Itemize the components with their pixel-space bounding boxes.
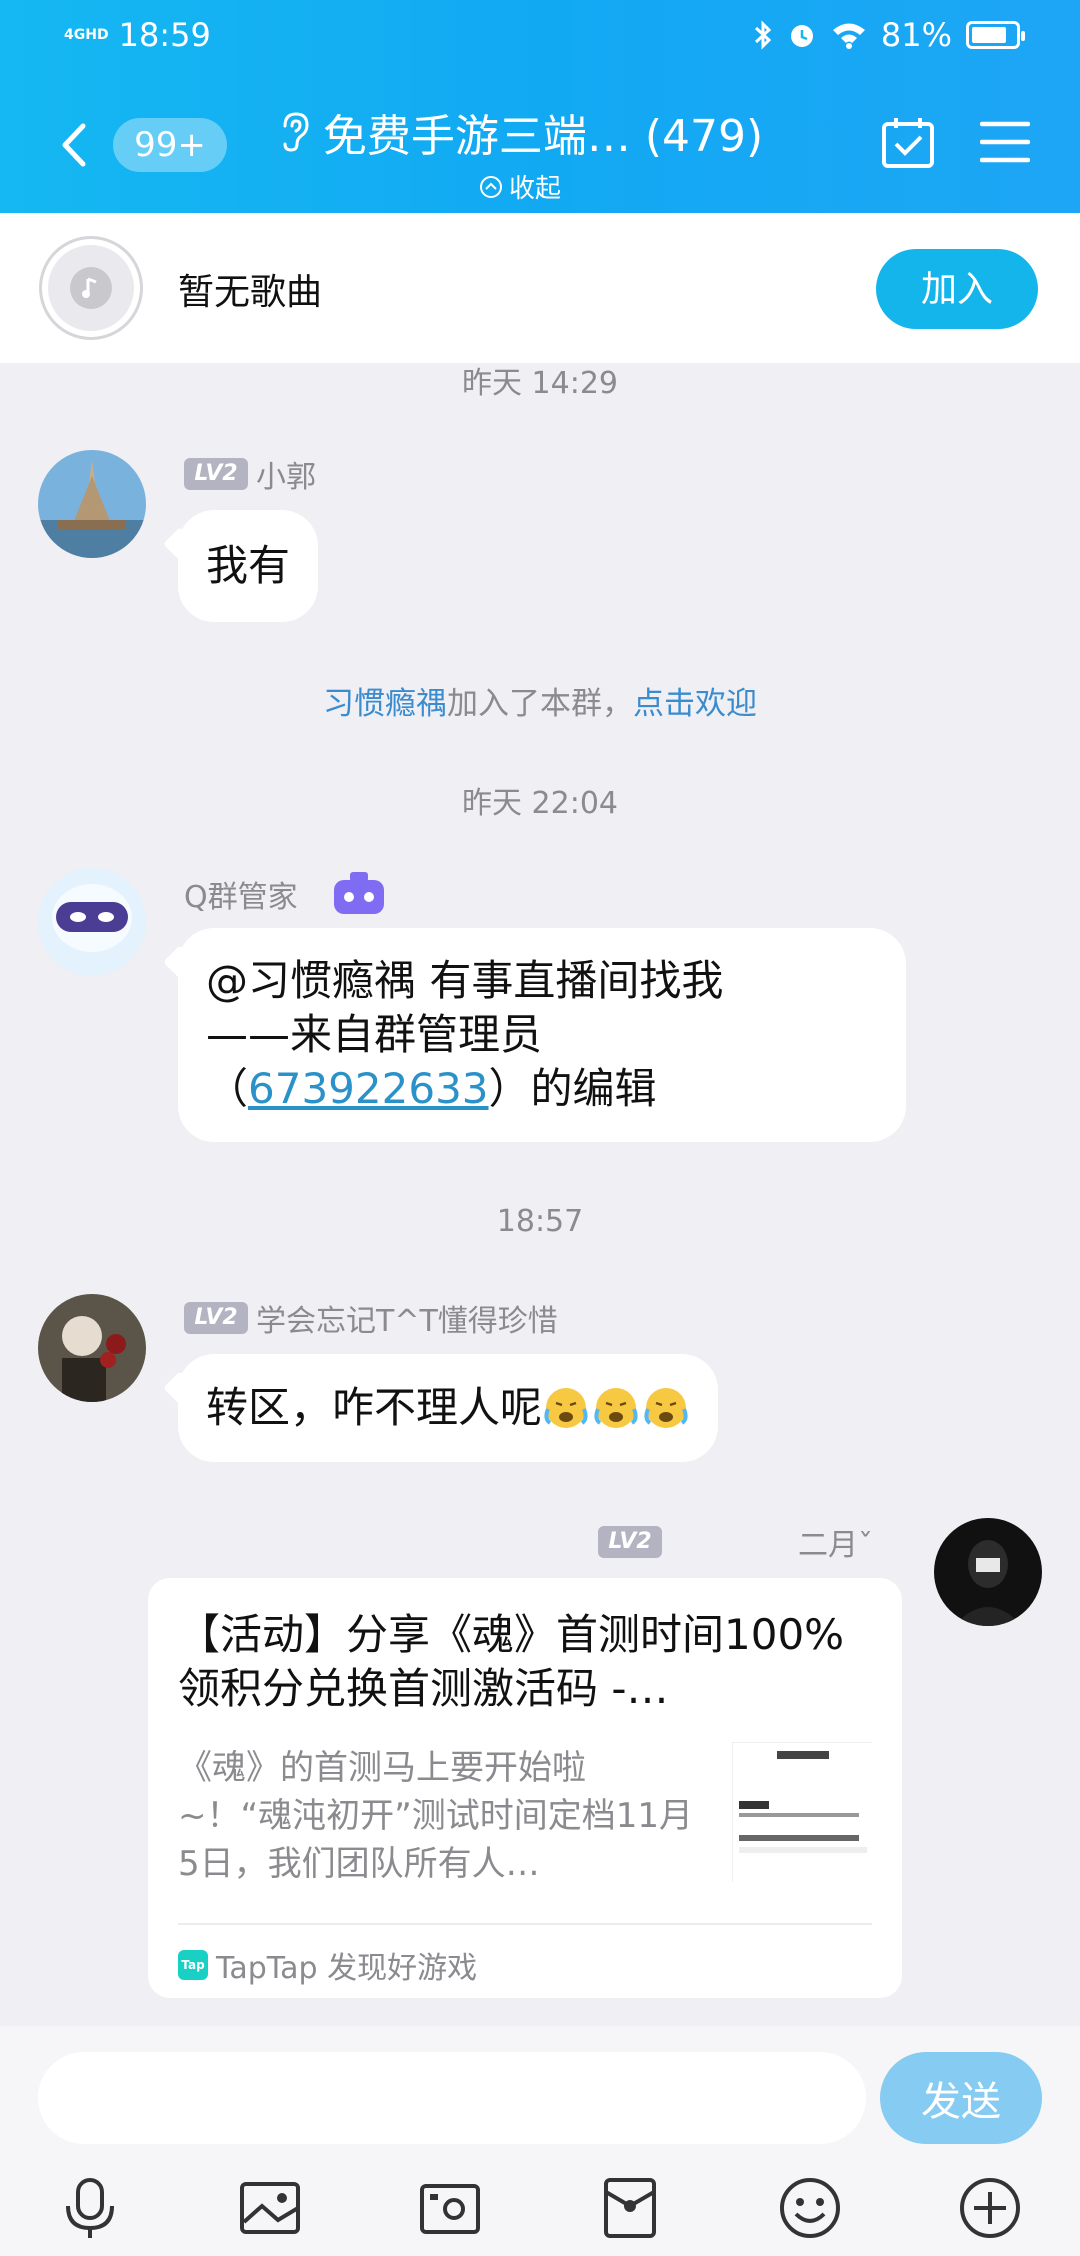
nav-bar: 99+ 免费手游三端… (479) 收起 xyxy=(0,100,1080,204)
camera-icon xyxy=(420,2184,480,2234)
sender-name[interactable]: 小郭 xyxy=(256,452,316,496)
new-member-name[interactable]: 习惯瘾禑 xyxy=(323,686,447,722)
calendar-check-icon[interactable] xyxy=(880,114,936,170)
collapse-toggle[interactable]: 收起 xyxy=(479,168,561,205)
image-button[interactable] xyxy=(230,2168,310,2248)
music-bar: 暂无歌曲 加入 xyxy=(0,213,1080,363)
image-icon xyxy=(240,2182,300,2234)
system-text: 加入了本群， xyxy=(447,686,633,722)
join-button[interactable]: 加入 xyxy=(876,249,1038,329)
alarm-icon xyxy=(790,25,813,47)
ear-icon xyxy=(283,112,309,152)
level-badge: LV2 xyxy=(184,1302,248,1334)
system-message: 习惯瘾禑加入了本群，点击欢迎 xyxy=(0,678,1080,723)
voice-button[interactable] xyxy=(50,2168,130,2248)
avatar[interactable] xyxy=(38,450,146,558)
group-title-area[interactable]: 免费手游三端… (479) 收起 xyxy=(260,100,780,205)
robot-badge-icon xyxy=(333,872,384,914)
card-source: Tap TapTap 发现好游戏 xyxy=(178,1923,872,1987)
battery-icon xyxy=(966,21,1025,49)
music-status-label: 暂无歌曲 xyxy=(178,272,323,313)
timestamp: 昨天 22:04 xyxy=(462,786,618,821)
sender-name[interactable]: Q群管家 xyxy=(184,872,298,916)
message-bubble[interactable]: 我有 xyxy=(178,510,319,622)
sender-name[interactable]: 学会忘记T^T懂得珍惜 xyxy=(256,1296,558,1340)
emoji-button[interactable] xyxy=(770,2168,850,2248)
card-title: 【活动】分享《魂》首测时间100%领积分兑换首测激活码 -… xyxy=(178,1610,845,1713)
message-bubble[interactable]: 转区，咋不理人呢 xyxy=(178,1354,719,1462)
unread-count-badge[interactable]: 99+ xyxy=(113,118,227,172)
plus-circle-icon xyxy=(960,2178,1020,2238)
toolbar xyxy=(0,2168,1080,2248)
level-badge: LV2 xyxy=(598,1526,662,1558)
crying-emoji-icon xyxy=(544,1388,688,1428)
menu-icon[interactable] xyxy=(980,120,1030,164)
admin-qq-link[interactable]: 673922633 xyxy=(248,1064,489,1113)
chat-header: 4GHD 18:59 81% 99+ 免费手游三端… (479) 收起 xyxy=(0,0,1080,213)
message-input[interactable] xyxy=(38,2052,866,2144)
card-source-label: TapTap 发现好游戏 xyxy=(216,1951,478,1986)
welcome-link[interactable]: 点击欢迎 xyxy=(633,686,757,722)
sender-name-row: Q群管家 xyxy=(184,870,388,918)
smiley-icon xyxy=(780,2178,840,2238)
network-indicator: 4GHD xyxy=(64,27,109,43)
red-packet-button[interactable] xyxy=(590,2168,670,2248)
timestamp: 昨天 14:29 xyxy=(462,366,618,401)
message-text: 我有 xyxy=(206,541,291,590)
sender-name-row: LV2 二月ˇ xyxy=(598,1520,873,1564)
message-text: 转区，咋不理人呢 xyxy=(206,1383,543,1432)
avatar[interactable] xyxy=(934,1518,1042,1626)
collapse-label: 收起 xyxy=(508,174,561,204)
wifi-icon xyxy=(832,23,865,49)
music-disc-icon[interactable] xyxy=(42,239,140,337)
avatar[interactable] xyxy=(38,868,146,976)
red-packet-icon xyxy=(604,2178,656,2238)
timestamp: 18:57 xyxy=(496,1204,584,1239)
sender-name-row: LV2 学会忘记T^T懂得珍惜 xyxy=(184,1296,558,1340)
sender-name-row: LV2 小郭 xyxy=(184,452,316,496)
status-bar: 4GHD 18:59 81% xyxy=(0,14,1080,64)
share-card[interactable]: 【活动】分享《魂》首测时间100%领积分兑换首测激活码 -… 《魂》的首测马上要… xyxy=(148,1578,902,1998)
avatar[interactable] xyxy=(38,1294,146,1402)
group-title: 免费手游三端… (479) xyxy=(322,111,764,162)
chevron-up-circle-icon xyxy=(479,175,502,198)
microphone-icon xyxy=(66,2178,114,2238)
send-button[interactable]: 发送 xyxy=(880,2052,1042,2144)
bluetooth-icon xyxy=(754,20,772,50)
message-line-3: （673922633）的编辑 xyxy=(206,1064,657,1113)
message-line: ——来自群管理员 xyxy=(206,1010,543,1059)
battery-percent: 81% xyxy=(880,16,952,54)
input-bar: 发送 xyxy=(0,2026,1080,2256)
level-badge: LV2 xyxy=(184,458,248,490)
message-bubble[interactable]: @习惯瘾禑 有事直播间找我 ——来自群管理员 （673922633）的编辑 xyxy=(178,928,906,1142)
status-time: 18:59 xyxy=(118,16,211,54)
message-line: @习惯瘾禑 有事直播间找我 xyxy=(206,956,724,1005)
card-thumbnail xyxy=(732,1742,873,1883)
camera-button[interactable] xyxy=(410,2168,490,2248)
back-arrow-icon[interactable] xyxy=(55,120,95,170)
more-button[interactable] xyxy=(950,2168,1030,2248)
sender-name[interactable]: 二月ˇ xyxy=(798,1520,873,1564)
card-description: 《魂》的首测马上要开始啦~！“魂沌初开”测试时间定档11月5日，我们团队所有人… xyxy=(178,1748,693,1884)
taptap-logo: Tap xyxy=(178,1950,208,1980)
